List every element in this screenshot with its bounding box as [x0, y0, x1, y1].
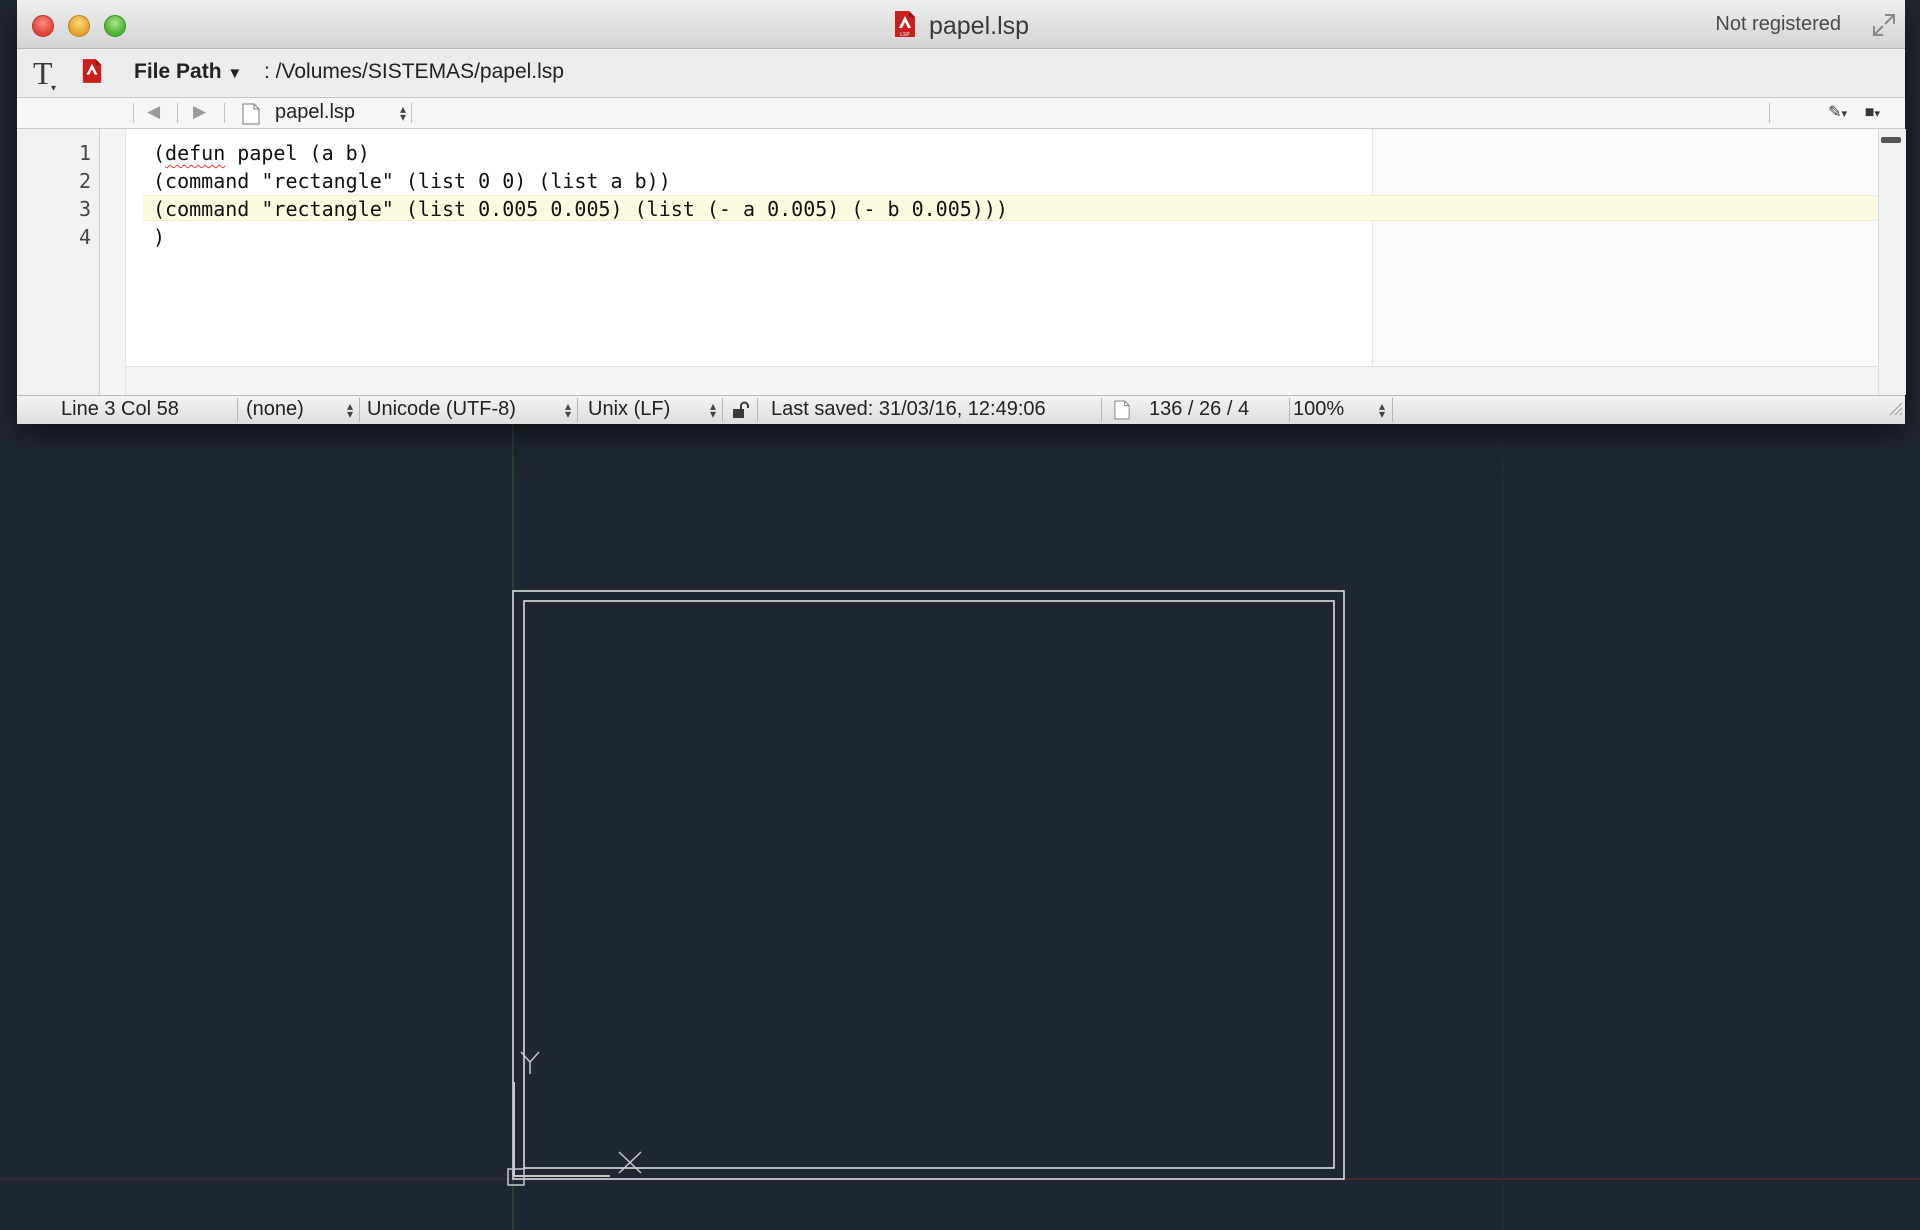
- code-line[interactable]: ): [153, 225, 165, 249]
- nav-tools: ✎▾ ■▾: [1828, 104, 1880, 121]
- registration-status[interactable]: Not registered: [1715, 13, 1841, 36]
- unlock-icon[interactable]: [732, 401, 750, 425]
- status-divider: [1289, 398, 1290, 422]
- line-number: 3: [78, 197, 91, 221]
- document-icon: [1114, 400, 1130, 426]
- code-line[interactable]: (command "rectangle" (list 0 0) (list a …: [153, 169, 671, 193]
- line-number: 1: [78, 141, 91, 165]
- lsp-file-icon: LSP: [893, 10, 917, 45]
- code-line[interactable]: (command "rectangle" (list 0.005 0.005) …: [153, 197, 1008, 221]
- pen-icon[interactable]: ✎: [1828, 104, 1841, 121]
- window-title: LSP papel.lsp: [17, 10, 1905, 45]
- resize-grip-icon[interactable]: [1887, 399, 1903, 422]
- chevron-down-icon: ▼: [227, 65, 243, 82]
- cursor-position[interactable]: Line 3 Col 58: [61, 398, 179, 421]
- zoom-arrows-icon[interactable]: ▴ ▾: [1379, 400, 1385, 420]
- misspelled-word[interactable]: defun: [165, 141, 225, 165]
- line-endings-arrows-icon[interactable]: ▴ ▾: [710, 400, 716, 420]
- line-endings-selector[interactable]: Unix (LF): [588, 398, 670, 421]
- document-icon: [242, 103, 260, 130]
- forward-arrow-icon[interactable]: ▶: [193, 102, 206, 122]
- window-title-text: papel.lsp: [928, 12, 1030, 40]
- editor-window: LSP papel.lsp Not registered T ▾ File Pat…: [17, 0, 1906, 424]
- encoding-arrows-icon[interactable]: ▴ ▾: [565, 400, 571, 420]
- vertical-scrollbar[interactable]: [1878, 129, 1906, 395]
- navigation-bar: ◀ ▶ papel.lsp ▴ ▾ ✎▾ ■▾: [17, 98, 1905, 129]
- fold-column[interactable]: [100, 129, 126, 395]
- page-guide-line: [1372, 129, 1373, 366]
- syntax-selector[interactable]: (none): [246, 398, 304, 421]
- file-path-bar: T ▾ File Path ▼ : /Volumes/SISTEMAS/papel…: [17, 49, 1905, 98]
- title-bar[interactable]: LSP papel.lsp Not registered: [17, 0, 1905, 49]
- back-arrow-icon[interactable]: ◀: [147, 102, 160, 122]
- document-counts[interactable]: 136 / 26 / 4: [1149, 398, 1249, 421]
- code-line[interactable]: (defun papel (a b): [153, 141, 370, 165]
- status-divider: [577, 398, 578, 422]
- horizontal-scrollbar[interactable]: [126, 366, 1878, 395]
- text-tool-icon[interactable]: T ▾: [33, 55, 56, 94]
- file-selector-arrows-icon[interactable]: ▴ ▾: [400, 103, 406, 123]
- status-divider: [237, 398, 238, 422]
- line-number: 4: [78, 225, 91, 249]
- encoding-selector[interactable]: Unicode (UTF-8): [367, 398, 516, 421]
- status-divider: [757, 398, 758, 422]
- status-divider: [1392, 398, 1393, 422]
- fullscreen-icon[interactable]: [1871, 12, 1897, 38]
- file-selector[interactable]: papel.lsp: [275, 101, 355, 124]
- svg-text:LSP: LSP: [900, 32, 910, 38]
- nav-divider: [411, 103, 412, 123]
- syntax-arrows-icon[interactable]: ▴ ▾: [347, 400, 353, 420]
- page-guide-area: [1373, 129, 1878, 366]
- file-path-menu[interactable]: File Path ▼: [134, 60, 242, 84]
- status-divider: [1101, 398, 1102, 422]
- lsp-file-icon[interactable]: [81, 58, 103, 89]
- nav-divider: [133, 103, 134, 123]
- status-divider: [722, 398, 723, 422]
- ucs-x-label: [618, 1151, 642, 1174]
- outer-rectangle: [512, 590, 1345, 1180]
- nav-divider: [177, 103, 178, 123]
- code-editor[interactable]: 1 2 3 4 (defun papel (a b) (command "rec…: [17, 129, 1878, 395]
- status-bar: Line 3 Col 58 (none) ▴ ▾ Unicode (UTF-8) …: [17, 395, 1905, 424]
- status-divider: [359, 398, 360, 422]
- line-number: 2: [78, 169, 91, 193]
- last-saved: Last saved: 31/03/16, 12:49:06: [771, 398, 1046, 420]
- nav-divider: [224, 103, 225, 123]
- file-path-value: : /Volumes/SISTEMAS/papel.lsp: [264, 60, 564, 83]
- inner-rectangle: [523, 600, 1335, 1169]
- zoom-selector[interactable]: 100%: [1293, 398, 1344, 421]
- nav-divider: [1769, 103, 1770, 123]
- scrollbar-thumb[interactable]: [1881, 137, 1901, 143]
